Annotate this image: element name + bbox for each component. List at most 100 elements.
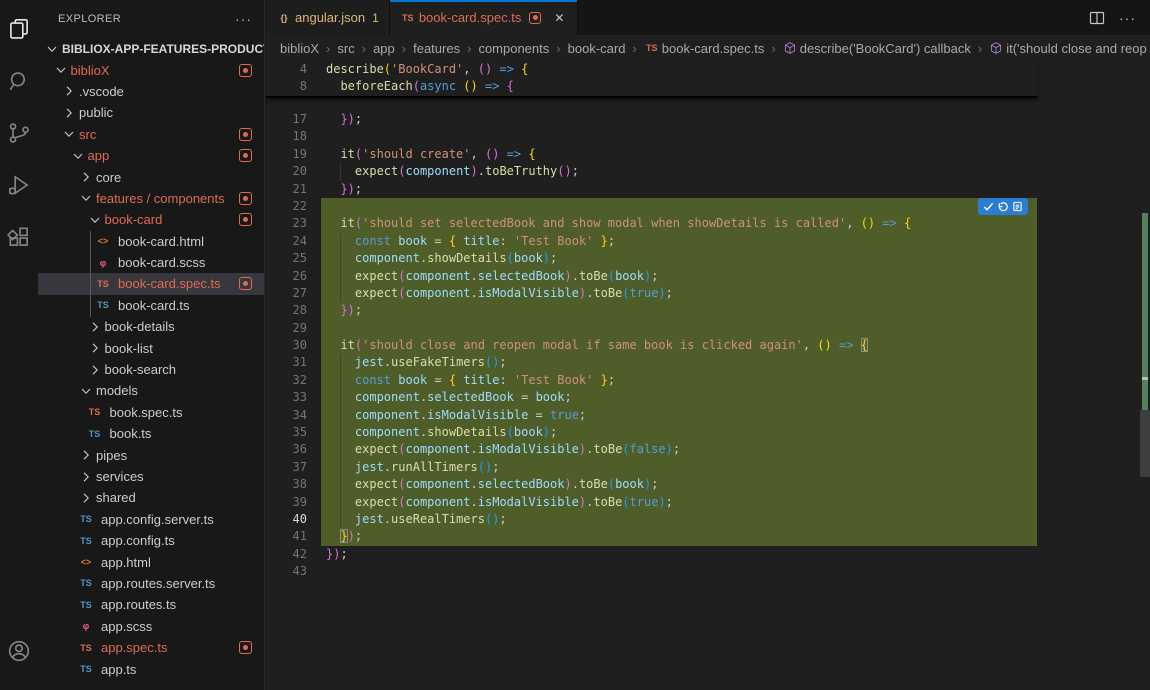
code-line-8[interactable]: 8 beforeEach(async () => { xyxy=(266,78,1037,95)
tree-item-book-card-ts[interactable]: TSbook-card.ts xyxy=(38,295,264,316)
code-line-31[interactable]: 31 jest.useFakeTimers(); xyxy=(266,354,1140,371)
tree-item-app-routes-ts[interactable]: TSapp.routes.ts xyxy=(38,594,264,615)
tree-item-app-config-server-ts[interactable]: TSapp.config.server.ts xyxy=(38,509,264,530)
line-number[interactable]: 38 xyxy=(266,476,321,493)
line-number[interactable]: 27 xyxy=(266,285,321,302)
code-editor[interactable]: 17 });1819 it('should create', () => {20… xyxy=(266,61,1150,690)
line-number[interactable]: 32 xyxy=(266,372,321,389)
code-line-19[interactable]: 19 it('should create', () => { xyxy=(266,146,1140,163)
code-line-30[interactable]: 30 it('should close and reopen modal if … xyxy=(266,337,1140,354)
line-number[interactable]: 28 xyxy=(266,302,321,319)
tree-item-core[interactable]: core xyxy=(38,166,264,187)
tree-item-services[interactable]: services xyxy=(38,466,264,487)
code-line-26[interactable]: 26 expect(component.selectedBook).toBe(b… xyxy=(266,268,1140,285)
tree-item-app-ts[interactable]: TSapp.ts xyxy=(38,658,264,679)
tree-item-book-card-scss[interactable]: φbook-card.scss xyxy=(38,252,264,273)
line-number[interactable]: 31 xyxy=(266,354,321,371)
code-line-38[interactable]: 38 expect(component.selectedBook).toBe(b… xyxy=(266,476,1140,493)
code-line-36[interactable]: 36 expect(component.isModalVisible).toBe… xyxy=(266,441,1140,458)
tree-item-app-routes-server-ts[interactable]: TSapp.routes.server.ts xyxy=(38,573,264,594)
breadcrumb-item-src[interactable]: src xyxy=(337,41,354,56)
split-editor-icon[interactable] xyxy=(1089,10,1105,26)
tab-close-icon[interactable]: ✕ xyxy=(551,10,567,26)
code-line-43[interactable]: 43 xyxy=(266,563,1140,580)
code-line-42[interactable]: 42}); xyxy=(266,546,1140,563)
tree-item-pipes[interactable]: pipes xyxy=(38,444,264,465)
line-number[interactable]: 42 xyxy=(266,546,321,563)
line-number[interactable]: 40 xyxy=(266,511,321,528)
line-number[interactable]: 39 xyxy=(266,494,321,511)
tree-item-book-card[interactable]: book-card xyxy=(38,209,264,230)
code-line-25[interactable]: 25 component.showDetails(book); xyxy=(266,250,1140,267)
breadcrumb-item-components[interactable]: components xyxy=(478,41,549,56)
scrollbar-slider[interactable] xyxy=(1140,410,1150,477)
tree-item-book-ts[interactable]: TSbook.ts xyxy=(38,423,264,444)
tree-item-shared[interactable]: shared xyxy=(38,487,264,508)
breadcrumb-item-it-should-close-and-reop[interactable]: it('should close and reop xyxy=(989,41,1147,56)
tree-item-app-html[interactable]: <>app.html xyxy=(38,551,264,572)
extensions-icon[interactable] xyxy=(0,214,38,260)
tree-item-models[interactable]: models xyxy=(38,380,264,401)
tree-item-src[interactable]: src xyxy=(38,124,264,145)
code-line-20[interactable]: 20 expect(component).toBeTruthy(); xyxy=(266,163,1140,180)
breadcrumb-item-describe-bookcard-callback[interactable]: describe('BookCard') callback xyxy=(783,41,971,56)
code-line-40[interactable]: 40 jest.useRealTimers(); xyxy=(266,511,1140,528)
tree-item-app-config-ts[interactable]: TSapp.config.ts xyxy=(38,530,264,551)
line-number[interactable]: 18 xyxy=(266,128,321,145)
tree-item-app[interactable]: app xyxy=(38,145,264,166)
code-line-37[interactable]: 37 jest.runAllTimers(); xyxy=(266,459,1140,476)
breadcrumb-item-book-card[interactable]: book-card xyxy=(568,41,626,56)
code-line-18[interactable]: 18 xyxy=(266,128,1140,145)
tree-item-book-details[interactable]: book-details xyxy=(38,316,264,337)
sticky-scroll[interactable]: 4describe('BookCard', () => {8 beforeEac… xyxy=(266,61,1037,98)
tree-item-public[interactable]: public xyxy=(38,102,264,123)
code-line-34[interactable]: 34 component.isModalVisible = true; xyxy=(266,407,1140,424)
code-line-39[interactable]: 39 expect(component.isModalVisible).toBe… xyxy=(266,494,1140,511)
code-line-35[interactable]: 35 component.showDetails(book); xyxy=(266,424,1140,441)
tree-item-bibliox[interactable]: biblioX xyxy=(38,59,264,80)
breadcrumb-item-app[interactable]: app xyxy=(373,41,395,56)
breadcrumb-item-book-card-spec-ts[interactable]: TSbook-card.spec.ts xyxy=(644,41,765,56)
code-line-24[interactable]: 24 const book = { title: 'Test Book' }; xyxy=(266,233,1140,250)
code-line-29[interactable]: 29 xyxy=(266,320,1140,337)
tree-item-book-spec-ts[interactable]: TSbook.spec.ts xyxy=(38,402,264,423)
line-number[interactable]: 4 xyxy=(266,61,321,78)
line-number[interactable]: 26 xyxy=(266,268,321,285)
tree-item-vscode[interactable]: .vscode xyxy=(38,81,264,102)
line-number[interactable]: 37 xyxy=(266,459,321,476)
line-number[interactable]: 33 xyxy=(266,389,321,406)
code-line-28[interactable]: 28 }); xyxy=(266,302,1140,319)
line-number[interactable]: 29 xyxy=(266,320,321,337)
discard-icon[interactable] xyxy=(997,201,1008,212)
code-line-4[interactable]: 4describe('BookCard', () => { xyxy=(266,61,1037,78)
line-number[interactable]: 36 xyxy=(266,441,321,458)
line-number[interactable]: 35 xyxy=(266,424,321,441)
line-number[interactable]: 23 xyxy=(266,215,321,232)
code-line-41[interactable]: 41 }); xyxy=(266,528,1140,545)
tree-item-bibliox-app-features-product[interactable]: BIBLIOX-APP-FEATURES-PRODUCT... xyxy=(38,38,264,59)
tree-item-app-spec-ts[interactable]: TSapp.spec.ts xyxy=(38,637,264,658)
tree-item-book-card-spec-ts[interactable]: TSbook-card.spec.ts xyxy=(38,273,264,294)
explorer-more-actions-icon[interactable]: ··· xyxy=(235,11,252,27)
line-number[interactable]: 8 xyxy=(266,78,321,95)
line-number[interactable]: 22 xyxy=(266,198,321,215)
code-line-27[interactable]: 27 expect(component.isModalVisible).toBe… xyxy=(266,285,1140,302)
explorer-icon[interactable] xyxy=(0,6,38,52)
breadcrumb-item-features[interactable]: features xyxy=(413,41,460,56)
line-number[interactable]: 24 xyxy=(266,233,321,250)
code-line-33[interactable]: 33 component.selectedBook = book; xyxy=(266,389,1140,406)
search-icon[interactable] xyxy=(0,58,38,104)
breadcrumb-item-bibliox[interactable]: biblioX xyxy=(280,41,319,56)
source-control-icon[interactable] xyxy=(0,110,38,156)
view-file-icon[interactable] xyxy=(1012,201,1023,212)
overview-ruler[interactable] xyxy=(1140,61,1150,690)
tree-item-features-components[interactable]: features / components xyxy=(38,188,264,209)
line-number[interactable]: 19 xyxy=(266,146,321,163)
line-number[interactable]: 20 xyxy=(266,163,321,180)
code-line-21[interactable]: 21 }); xyxy=(266,181,1140,198)
code-line-32[interactable]: 32 const book = { title: 'Test Book' }; xyxy=(266,372,1140,389)
line-number[interactable]: 21 xyxy=(266,181,321,198)
tab-angular-json[interactable]: {}angular.json1 xyxy=(266,0,390,35)
line-number[interactable]: 17 xyxy=(266,111,321,128)
more-actions-icon[interactable]: ··· xyxy=(1119,10,1136,26)
